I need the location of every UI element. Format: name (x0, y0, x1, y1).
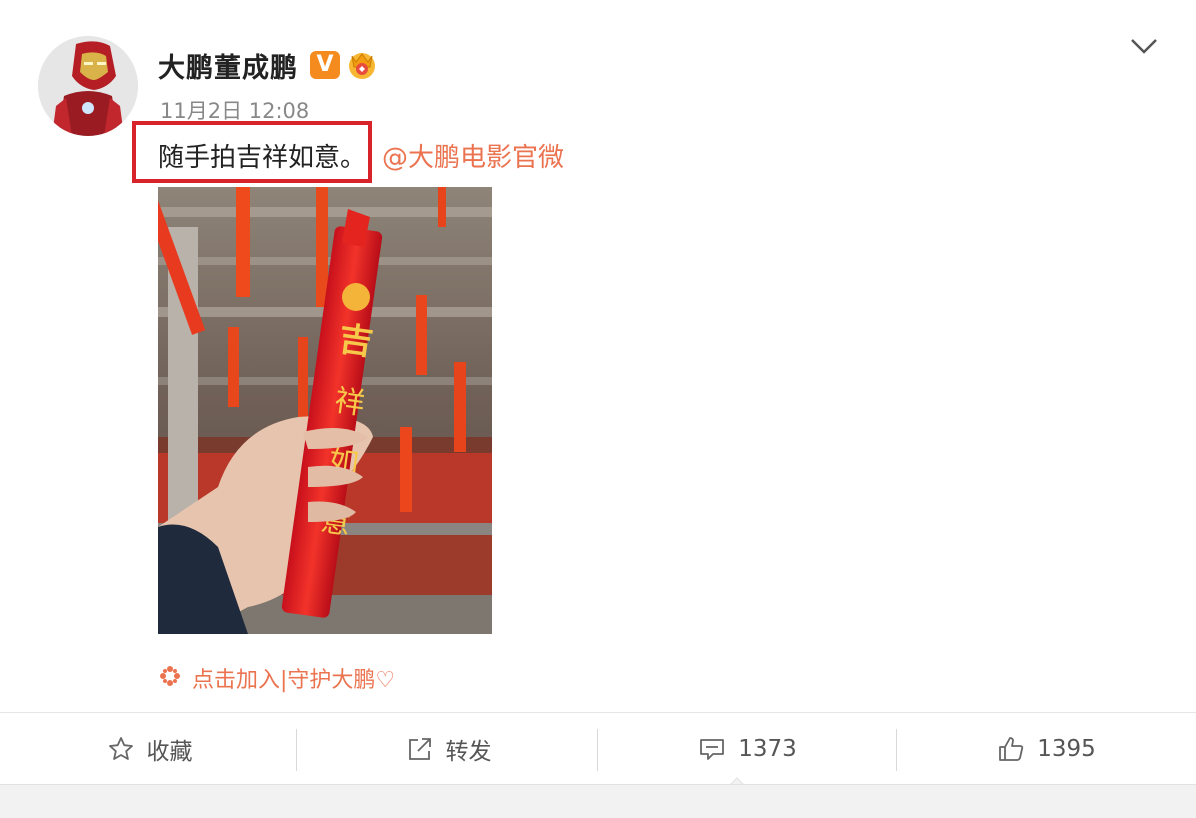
weibo-post-card: 大鹏董成鹏 V 11月2日 12:08 随手拍吉祥如意。 @大鹏电影官微 吉 祥… (0, 0, 1196, 712)
svg-text:祥: 祥 (332, 383, 367, 422)
crown-badge-icon[interactable] (345, 48, 379, 80)
like-count: 1395 (1037, 736, 1096, 762)
verified-badge[interactable]: V (310, 51, 340, 79)
divider (296, 729, 297, 771)
user-avatar[interactable] (38, 36, 138, 136)
highlight-box (132, 121, 372, 183)
repost-label: 转发 (445, 739, 492, 765)
chevron-down-icon[interactable] (1128, 32, 1160, 60)
comment-count: 1373 (738, 736, 797, 762)
candle-photo-icon: 吉 祥 如 意 (158, 187, 492, 634)
comment-button[interactable]: 1373 (598, 713, 897, 785)
repost-button[interactable]: 转发 (299, 713, 598, 785)
ironman-avatar-icon (38, 36, 138, 136)
svg-text:吉: 吉 (336, 319, 375, 363)
mention-link[interactable]: @大鹏电影官微 (382, 137, 564, 174)
favorite-button[interactable]: 收藏 (0, 713, 299, 785)
thumbs-up-icon (999, 737, 1024, 761)
super-topic-icon (158, 664, 182, 688)
star-icon (108, 737, 133, 760)
comment-icon (700, 739, 725, 760)
share-icon (408, 738, 431, 760)
favorite-label: 收藏 (146, 739, 193, 765)
post-image[interactable]: 吉 祥 如 意 (158, 187, 492, 634)
action-bar: 收藏 转发 1373 1395 (0, 712, 1196, 784)
super-topic-label[interactable]: 点击加入|守护大鹏♡ (192, 662, 395, 694)
like-button[interactable]: 1395 (897, 713, 1196, 785)
username[interactable]: 大鹏董成鹏 (158, 46, 298, 85)
comment-area-strip (0, 784, 1196, 818)
